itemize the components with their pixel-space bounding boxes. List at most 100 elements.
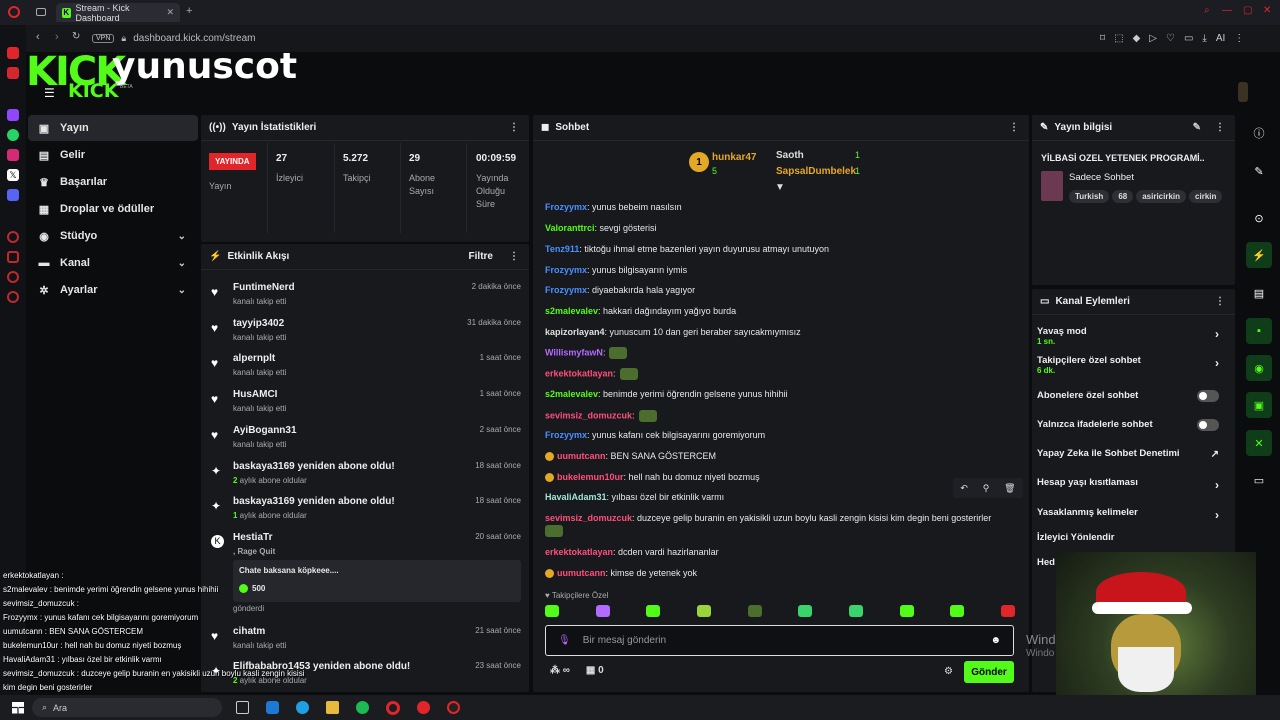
tab-kick-dashboard[interactable]: K Stream - Kick Dashboard ✕: [56, 3, 180, 23]
url-text[interactable]: dashboard.kick.com/stream: [133, 33, 255, 44]
chat-username[interactable]: erkektokatlayan: [545, 547, 613, 557]
forward-icon[interactable]: ›: [55, 31, 59, 43]
download-icon[interactable]: ⤓: [1202, 33, 1206, 44]
emote-icon[interactable]: [950, 605, 965, 617]
avatar[interactable]: [1238, 82, 1248, 102]
camera-icon[interactable]: ⊙: [1246, 205, 1272, 231]
users-icon[interactable]: ▣: [1246, 392, 1272, 418]
minimize-icon[interactable]: —: [1222, 5, 1232, 16]
chat-message[interactable]: Valoranttrci: sevgi gösterisi: [545, 223, 657, 233]
chat-message[interactable]: Tenz911: tiktoğu ihmal etme bazenleri ya…: [545, 244, 829, 254]
emote-icon[interactable]: [646, 605, 661, 617]
redirect-row[interactable]: İzleyici Yönlendir: [1037, 532, 1227, 543]
bolt-icon[interactable]: ⚡: [1246, 242, 1272, 268]
url-field[interactable]: VPN 🔒︎ dashboard.kick.com/stream: [92, 30, 1092, 47]
chat-username[interactable]: Frozyymx: [545, 202, 587, 212]
chat-message[interactable]: Frozyymx: yunus bebeim nasılsın: [545, 202, 682, 212]
emote-icon[interactable]: [899, 605, 914, 617]
chat-message[interactable]: Frozyymx: diyaebakırda hala yagıyor: [545, 285, 695, 295]
chat-message[interactable]: sevimsiz_domuzcuk: duzceye gelip buranin…: [545, 513, 991, 523]
ai-button[interactable]: AI: [1216, 33, 1225, 44]
spotify-icon[interactable]: [356, 701, 369, 714]
subs-chat-toggle[interactable]: [1197, 390, 1219, 402]
send-button[interactable]: Gönder: [964, 661, 1014, 683]
chat-username[interactable]: HavaliAdam31: [545, 492, 607, 502]
nav-item-yayin[interactable]: ▣ Yayın: [28, 115, 198, 141]
emote-icon[interactable]: [848, 605, 863, 617]
chat-username[interactable]: Frozyymx: [545, 265, 587, 275]
chat-username[interactable]: bukelemun10ur: [557, 472, 624, 482]
nav-item-kanal[interactable]: ▬ Kanal ⌄: [28, 250, 198, 276]
chat-username[interactable]: sevimsiz_domuzcuk: [545, 410, 632, 420]
app-icon[interactable]: [7, 67, 19, 79]
banned-words-row[interactable]: Yasaklanmış kelimeler ›: [1037, 507, 1227, 522]
reload-icon[interactable]: ↻: [72, 31, 80, 42]
emote-icon[interactable]: [595, 605, 610, 617]
bookmark-icon[interactable]: ⌑: [1100, 33, 1105, 44]
document-icon[interactable]: ▤: [1246, 280, 1272, 306]
shield-icon[interactable]: ◆: [1133, 33, 1141, 44]
play-icon[interactable]: ▷: [1149, 33, 1157, 44]
chat-username[interactable]: erkektokatlayan: [545, 368, 613, 378]
more-icon[interactable]: ⋮: [509, 122, 519, 133]
ai-moderation-row[interactable]: Yapay Zeka ile Sohbet Denetimi ↗: [1037, 448, 1227, 460]
emote-icon[interactable]: [1000, 605, 1015, 617]
more-icon[interactable]: ⋮: [1009, 122, 1019, 133]
nav-item-basarilar[interactable]: ♛ Başarılar: [28, 169, 198, 195]
chat-settings-icon[interactable]: ⚙: [944, 666, 953, 677]
obs-icon[interactable]: [447, 701, 460, 714]
discord-icon[interactable]: [7, 189, 19, 201]
app-icon[interactable]: [417, 701, 430, 714]
chat-message[interactable]: Frozyymx: yunus bilgisayarın iymis: [545, 265, 687, 275]
player-icon[interactable]: [7, 271, 19, 283]
whatsapp-icon[interactable]: [7, 129, 19, 141]
chat-username[interactable]: Frozyymx: [545, 285, 587, 295]
category-thumbnail[interactable]: [1041, 171, 1063, 201]
emote-icon[interactable]: [798, 605, 813, 617]
chat-username[interactable]: kapizorlayan4: [545, 327, 605, 337]
gift-counter[interactable]: ▦ 0: [586, 665, 604, 676]
filter-button[interactable]: Filtre: [469, 251, 493, 262]
delete-icon[interactable]: 🗑︎: [1004, 483, 1015, 494]
vpn-badge[interactable]: VPN: [92, 34, 115, 43]
instagram-icon[interactable]: [7, 149, 19, 161]
top-gifter-2[interactable]: Saoth: [776, 150, 804, 161]
kick-sub-logo[interactable]: KICK: [68, 80, 118, 102]
category-name[interactable]: Sadece Sohbet: [1069, 172, 1134, 183]
more-icon[interactable]: ⋮: [1215, 296, 1225, 307]
chat-message[interactable]: uumutcann: BEN SANA GÖSTERCEM: [545, 451, 716, 462]
top-gifter-3[interactable]: SapsalDumbelek: [776, 166, 856, 177]
chat-message[interactable]: sevimsiz_domuzcuk:: [545, 410, 657, 422]
edit-icon[interactable]: ✎: [1193, 122, 1201, 133]
chat-username[interactable]: uumutcann: [557, 568, 606, 578]
slow-mode-row[interactable]: Yavaş mod 1 sn. ›: [1037, 326, 1227, 346]
edge-icon[interactable]: [296, 701, 309, 714]
pin-icon[interactable]: ⚲: [983, 483, 990, 494]
nav-item-droplar[interactable]: ▦ Droplar ve ödüller: [28, 196, 198, 222]
wrench-icon[interactable]: ✕: [1246, 430, 1272, 456]
opera-logo-icon[interactable]: [8, 6, 20, 18]
windows-start-icon[interactable]: [12, 701, 24, 714]
chat-message[interactable]: s2malevalev: benimde yerimi öğrendin gel…: [545, 389, 788, 399]
top-gifter-1[interactable]: hunkar47: [712, 152, 756, 163]
emoji-icon[interactable]: ☻: [990, 635, 1001, 646]
nav-item-ayarlar[interactable]: ✲ Ayarlar ⌄: [28, 277, 198, 303]
close-window-icon[interactable]: ✕: [1263, 5, 1271, 16]
hamburger-icon[interactable]: ☰: [44, 86, 55, 100]
chat-message[interactable]: HavaliAdam31: yılbası özel bir etkinlik …: [545, 492, 724, 502]
settings-icon[interactable]: [7, 291, 19, 303]
explorer-icon[interactable]: [326, 701, 339, 714]
microphone-icon[interactable]: 🎙︎: [558, 635, 571, 646]
chat-message[interactable]: uumutcann: kimse de yetenek yok: [545, 568, 697, 579]
chat-username[interactable]: Frozyymx: [545, 430, 587, 440]
chat-message[interactable]: erkektokatlayan:: [545, 368, 638, 380]
chat-username[interactable]: WillismyfawN: [545, 347, 603, 357]
twitch-icon[interactable]: [7, 109, 19, 121]
menu-icon[interactable]: ⋮: [1234, 33, 1244, 44]
taskbar-search[interactable]: ⌕ Ara: [32, 698, 222, 717]
close-tab-icon[interactable]: ✕: [166, 7, 174, 18]
back-icon[interactable]: ‹: [36, 31, 40, 43]
downloads-icon[interactable]: [7, 251, 19, 263]
reply-icon[interactable]: ↶: [960, 483, 968, 494]
emotes-chat-toggle[interactable]: [1197, 419, 1219, 431]
